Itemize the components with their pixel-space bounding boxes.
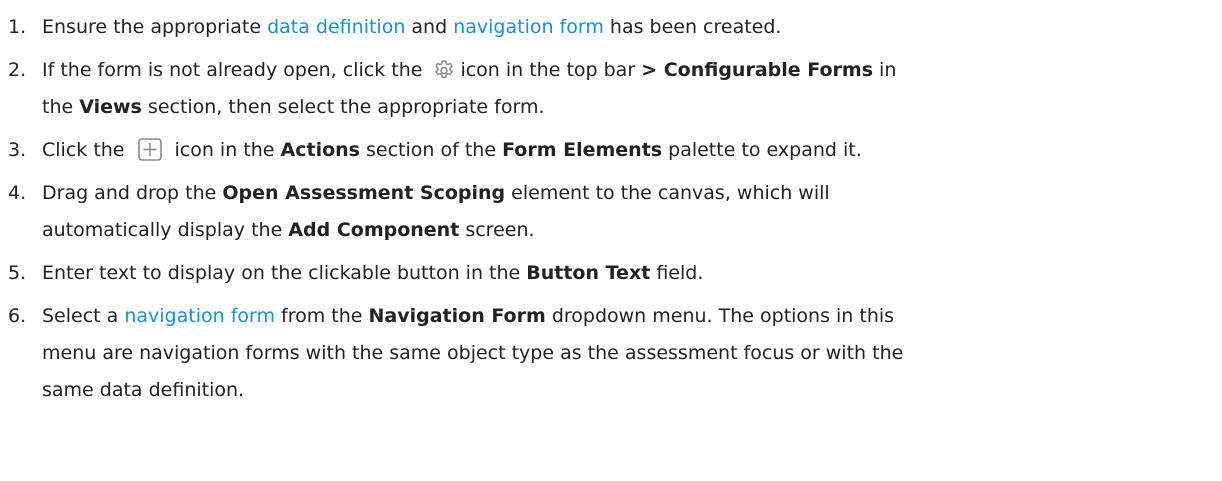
step-text: dropdown menu. The options in this bbox=[545, 305, 895, 327]
step-text: has been created. bbox=[603, 16, 782, 38]
step-number: 6. bbox=[8, 305, 27, 327]
step-text: same data definition. bbox=[42, 379, 245, 401]
step-text: Select a bbox=[42, 305, 125, 327]
step-4: 4. Drag and drop the Open Assessment Sco… bbox=[0, 175, 1222, 249]
step-text: section of the bbox=[359, 139, 503, 161]
step-text: screen. bbox=[459, 219, 535, 241]
bold-term: Navigation Form bbox=[368, 305, 546, 327]
navigation-form-link[interactable]: navigation form bbox=[453, 16, 604, 38]
step-text: icon in the bbox=[174, 139, 281, 161]
gear-icon bbox=[432, 57, 456, 81]
step-text: element to the canvas, which will bbox=[505, 182, 830, 204]
step-text: field. bbox=[650, 262, 704, 284]
step-6: 6. Select a navigation form from the Nav… bbox=[0, 298, 1222, 409]
step-5: 5. Enter text to display on the clickabl… bbox=[0, 255, 1222, 292]
step-number: 2. bbox=[8, 59, 27, 81]
step-text: Click the bbox=[42, 139, 125, 161]
step-number: 1. bbox=[8, 16, 27, 38]
plus-box-icon bbox=[137, 136, 163, 162]
step-text: automatically display the bbox=[42, 219, 289, 241]
step-text: Drag and drop the bbox=[42, 182, 223, 204]
step-text: Enter text to display on the clickable b… bbox=[42, 262, 527, 284]
data-definition-link[interactable]: data definition bbox=[267, 16, 405, 38]
bold-term: Views bbox=[79, 96, 142, 118]
bold-term: Open Assessment Scoping bbox=[222, 182, 506, 204]
bold-term: Actions bbox=[280, 139, 360, 161]
bold-term: Button Text bbox=[526, 262, 651, 284]
bold-term: > Configurable Forms bbox=[641, 59, 874, 81]
step-text: If the form is not already open, click t… bbox=[42, 59, 423, 81]
bold-term: Form Elements bbox=[502, 139, 663, 161]
instruction-steps: 1. Ensure the appropriate data definitio… bbox=[0, 0, 1222, 409]
step-text: menu are navigation forms with the same … bbox=[42, 342, 904, 364]
step-number: 3. bbox=[8, 139, 27, 161]
step-text: icon in the top bar bbox=[460, 59, 642, 81]
step-text: section, then select the appropriate for… bbox=[141, 96, 545, 118]
step-number: 4. bbox=[8, 182, 27, 204]
step-text: Ensure the appropriate bbox=[42, 16, 268, 38]
step-text: and bbox=[405, 16, 454, 38]
step-3: 3. Click the icon in the Actions section … bbox=[0, 132, 1222, 169]
step-text: palette to expand it. bbox=[662, 139, 862, 161]
step-text: in bbox=[873, 59, 897, 81]
navigation-form-link[interactable]: navigation form bbox=[124, 305, 275, 327]
step-2: 2. If the form is not already open, clic… bbox=[0, 52, 1222, 126]
step-number: 5. bbox=[8, 262, 27, 284]
step-text: from the bbox=[275, 305, 369, 327]
step-text: the bbox=[42, 96, 80, 118]
step-1: 1. Ensure the appropriate data definitio… bbox=[0, 9, 1222, 46]
bold-term: Add Component bbox=[288, 219, 460, 241]
